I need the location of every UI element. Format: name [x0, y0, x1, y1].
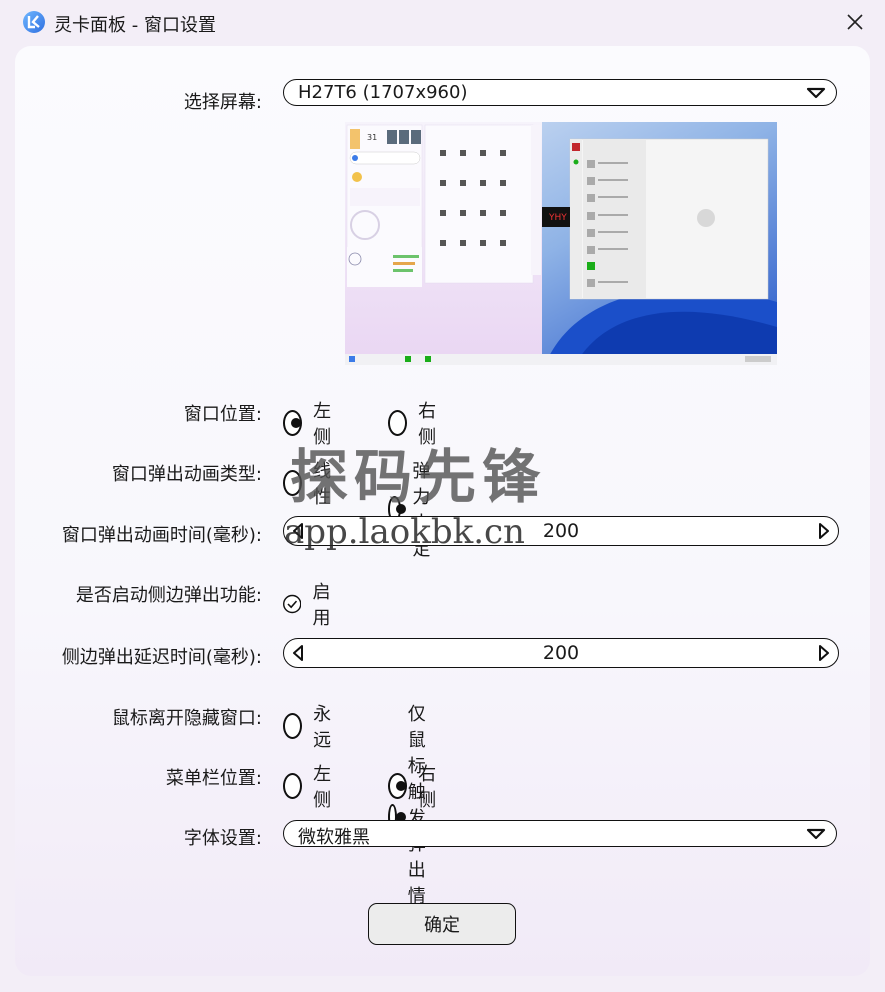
- window-position-label: 窗口位置:: [183, 404, 262, 425]
- preview-date: 31: [367, 133, 377, 142]
- side-popup-enable-checkbox[interactable]: 启用: [283, 578, 338, 630]
- chevron-down-icon: [806, 87, 826, 99]
- mouse-hide-label: 鼠标离开隐藏窗口:: [111, 708, 262, 729]
- screen-label: 选择屏幕:: [183, 92, 262, 113]
- chevron-down-icon: [806, 828, 826, 840]
- mouse-hide-always-radio[interactable]: 永远: [283, 700, 338, 752]
- font-label: 字体设置:: [183, 828, 262, 849]
- preview-promo-text: YHY: [548, 213, 567, 223]
- radio-unchecked-icon: [283, 773, 303, 799]
- side-delay-stepper[interactable]: 200: [283, 638, 839, 668]
- menubar-pos-left-radio[interactable]: 左侧: [283, 760, 338, 812]
- side-delay-value: 200: [542, 642, 580, 664]
- screen-select[interactable]: H27T6 (1707x960): [283, 79, 837, 106]
- font-select[interactable]: 微软雅黑: [283, 820, 837, 848]
- anim-time-stepper[interactable]: 200: [283, 516, 839, 546]
- side-popup-enable-label: 启用: [312, 582, 331, 629]
- window-position-right-label: 右侧: [418, 401, 437, 448]
- side-popup-label: 是否启动侧边弹出功能:: [75, 585, 262, 606]
- confirm-button[interactable]: 确定: [368, 903, 516, 945]
- anim-type-linear-label: 线性: [313, 461, 332, 508]
- anim-time-value: 200: [542, 520, 580, 542]
- anim-type-label: 窗口弹出动画类型:: [111, 464, 262, 485]
- mouse-hide-trigger-label: 仅鼠标触发弹出情况: [407, 704, 426, 933]
- screen-preview: 31 YHY: [345, 122, 777, 365]
- close-icon: [847, 14, 863, 30]
- checkmark-circle-icon: [283, 594, 302, 614]
- screen-select-value: H27T6 (1707x960): [298, 82, 468, 103]
- radio-unchecked-icon: [388, 410, 408, 436]
- side-delay-label: 侧边弹出延迟时间(毫秒):: [61, 647, 262, 668]
- radio-unchecked-icon: [283, 470, 303, 496]
- anim-time-label: 窗口弹出动画时间(毫秒):: [61, 525, 262, 546]
- screen-preview-image: 31 YHY: [345, 122, 777, 365]
- increment-arrow-icon[interactable]: [818, 523, 830, 539]
- mouse-hide-trigger-radio[interactable]: 仅鼠标触发弹出情况: [388, 700, 443, 934]
- window-position-left-radio[interactable]: 左侧: [283, 397, 338, 449]
- app-logo-icon: [23, 11, 45, 33]
- radio-checked-icon: [283, 410, 303, 436]
- menubar-pos-left-label: 左侧: [313, 764, 332, 811]
- window-position-left-label: 左侧: [313, 401, 332, 448]
- close-button[interactable]: [825, 0, 885, 44]
- radio-unchecked-icon: [283, 713, 303, 739]
- window-position-right-radio[interactable]: 右侧: [388, 397, 443, 449]
- font-select-value: 微软雅黑: [298, 827, 370, 848]
- menubar-pos-label: 菜单栏位置:: [165, 768, 262, 789]
- radio-checked-icon: [388, 773, 408, 799]
- window-title: 灵卡面板 - 窗口设置: [54, 15, 216, 36]
- menubar-pos-right-radio[interactable]: 右侧: [388, 760, 443, 812]
- title-bar: 灵卡面板 - 窗口设置: [0, 0, 885, 44]
- mouse-hide-always-label: 永远: [313, 704, 332, 751]
- menubar-pos-right-label: 右侧: [418, 764, 437, 811]
- anim-type-linear-radio[interactable]: 线性: [283, 457, 338, 509]
- increment-arrow-icon[interactable]: [818, 645, 830, 661]
